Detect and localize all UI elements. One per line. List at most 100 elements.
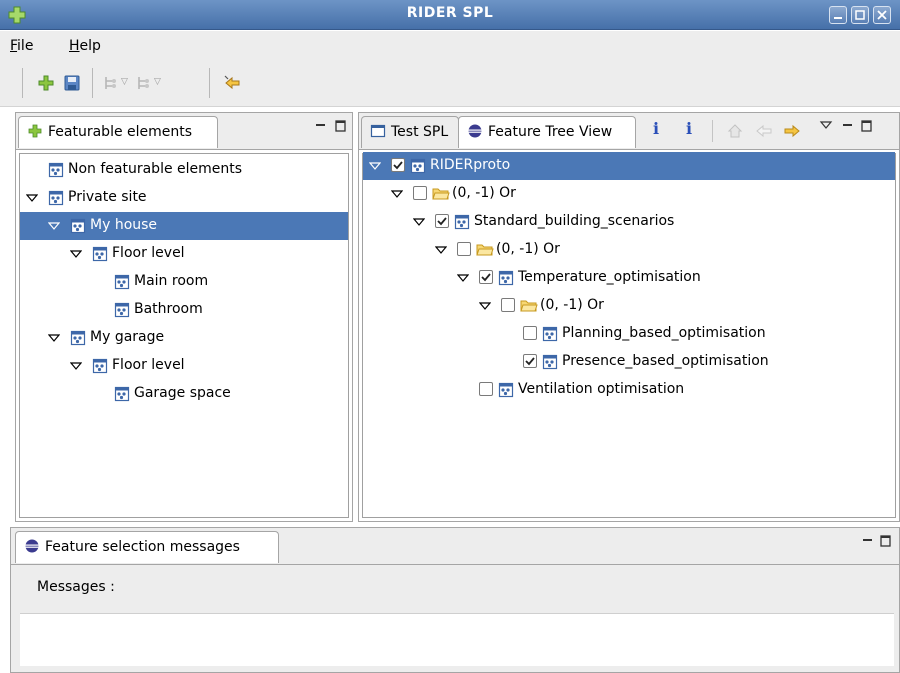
expand-toggle-icon[interactable] [457,272,469,284]
tree-item[interactable]: Private site [20,184,348,212]
tab-label: Feature Tree View [488,124,613,140]
feature-tree-label: Presence_based_optimisation [562,353,769,369]
title-bar[interactable]: RIDER SPL [0,0,900,30]
toolbar-separator [712,120,713,142]
tree-item-label: My garage [90,329,165,345]
tree-item-label: Floor level [112,357,185,373]
tree-item-label: Non featurable elements [68,161,243,177]
save-icon [64,75,80,91]
maximize-icon [855,10,865,20]
featurable-elements-panel: Featurable elements Non featurable eleme… [15,112,353,522]
tree-item[interactable]: My garage [20,324,348,352]
tab-feature-tree-view[interactable]: Feature Tree View [458,116,636,148]
expand-toggle-icon[interactable] [391,188,403,200]
feature-checkbox[interactable] [413,186,427,200]
expand-toggle-icon[interactable] [48,220,60,232]
feature-node-icon [70,218,86,234]
maximize-view-icon[interactable] [879,534,893,548]
feature-node-icon [92,246,108,262]
view-menu-icon[interactable] [819,118,833,132]
tree-item[interactable]: Floor level [20,352,348,380]
feature-tree-item[interactable]: Standard_building_scenarios [363,208,895,236]
tree-item-label: Garage space [134,385,231,401]
tree-item[interactable]: Floor level [20,240,348,268]
feature-tree-label: Temperature_optimisation [518,269,701,285]
forward-arrow-icon[interactable] [783,123,801,139]
feature-tree-item[interactable]: (0, -1) Or [363,236,895,264]
feature-checkbox[interactable] [523,326,537,340]
menu-help[interactable]: Help [69,38,101,54]
pin-button[interactable] [222,73,242,93]
feature-tree-label: Standard_building_scenarios [474,213,675,229]
feature-node-icon [498,270,514,286]
tab-feature-selection-messages[interactable]: Feature selection messages [15,531,279,563]
info-icon[interactable]: i [653,119,659,138]
feature-node-icon [542,326,558,342]
feature-node-icon [114,274,130,290]
expand-toggle-icon[interactable] [435,244,447,256]
feature-checkbox[interactable] [523,354,537,368]
expand-toggle-icon[interactable] [70,360,82,372]
tab-test-spl[interactable]: Test SPL [361,116,459,148]
feature-checkbox[interactable] [479,270,493,284]
window-icon [370,124,386,138]
feature-tree-label: Ventilation optimisation [518,381,685,397]
maximize-view-icon[interactable] [334,119,348,133]
home-icon[interactable] [727,123,743,139]
maximize-button[interactable] [851,6,869,24]
close-button[interactable] [873,6,891,24]
minimize-view-icon[interactable] [314,119,328,133]
menu-file[interactable]: File [10,38,33,54]
tree-item[interactable]: My house [20,212,348,240]
feature-node-icon [48,190,64,206]
messages-body: Messages : [11,564,899,672]
expand-toggle-icon[interactable] [48,332,60,344]
minimize-button[interactable] [829,6,847,24]
feature-tree-item[interactable]: Planning_based_optimisation [363,320,895,348]
feature-checkbox[interactable] [479,382,493,396]
new-button[interactable] [36,73,56,93]
minimize-view-icon[interactable] [861,534,875,548]
feature-tree-item[interactable]: Presence_based_optimisation [363,348,895,376]
save-button[interactable] [62,73,82,93]
tree-item[interactable]: Main room [20,268,348,296]
feature-tree-item[interactable]: Temperature_optimisation [363,264,895,292]
feature-tree-item[interactable]: RIDERproto [363,152,895,180]
feature-checkbox[interactable] [435,214,449,228]
messages-text-area[interactable] [20,613,894,666]
tab-featurable-elements[interactable]: Featurable elements [18,116,218,148]
feature-checkbox[interactable] [391,158,405,172]
expand-toggle-icon[interactable] [70,248,82,260]
navigate-back-button[interactable] [100,73,120,93]
feature-node-icon [498,382,514,398]
hierarchy-forward-icon [138,77,149,89]
dropdown-arrow-icon[interactable]: ▽ [121,77,128,87]
feature-node-icon [454,214,470,230]
info-icon[interactable]: i [686,119,692,138]
panel-header: Featurable elements [16,113,352,149]
tree-item[interactable]: Non featurable elements [20,156,348,184]
maximize-view-icon[interactable] [860,119,874,133]
tree-item[interactable]: Garage space [20,380,348,408]
tab-label: Test SPL [391,124,449,140]
feature-node-icon [114,386,130,402]
folder-open-icon [520,300,538,312]
feature-tree-item[interactable]: (0, -1) Or [363,180,895,208]
expand-toggle-icon[interactable] [369,160,381,172]
dropdown-arrow-icon[interactable]: ▽ [154,77,161,87]
expand-toggle-icon[interactable] [479,300,491,312]
expand-toggle-icon[interactable] [26,192,38,204]
feature-checkbox[interactable] [501,298,515,312]
back-arrow-icon[interactable] [755,123,773,139]
navigate-forward-button[interactable] [133,73,153,93]
feature-tree-item[interactable]: Ventilation optimisation [363,376,895,404]
panel-header: Test SPL Feature Tree View i i [359,113,899,149]
feature-checkbox[interactable] [457,242,471,256]
tree-item[interactable]: Bathroom [20,296,348,324]
expand-toggle-icon[interactable] [413,216,425,228]
panel-body: RIDERproto (0, -1) Or Standard_building_sc… [359,149,899,521]
plus-icon [28,124,42,138]
window-title: RIDER SPL [406,5,494,21]
feature-tree-item[interactable]: (0, -1) Or [363,292,895,320]
minimize-view-icon[interactable] [841,119,855,133]
